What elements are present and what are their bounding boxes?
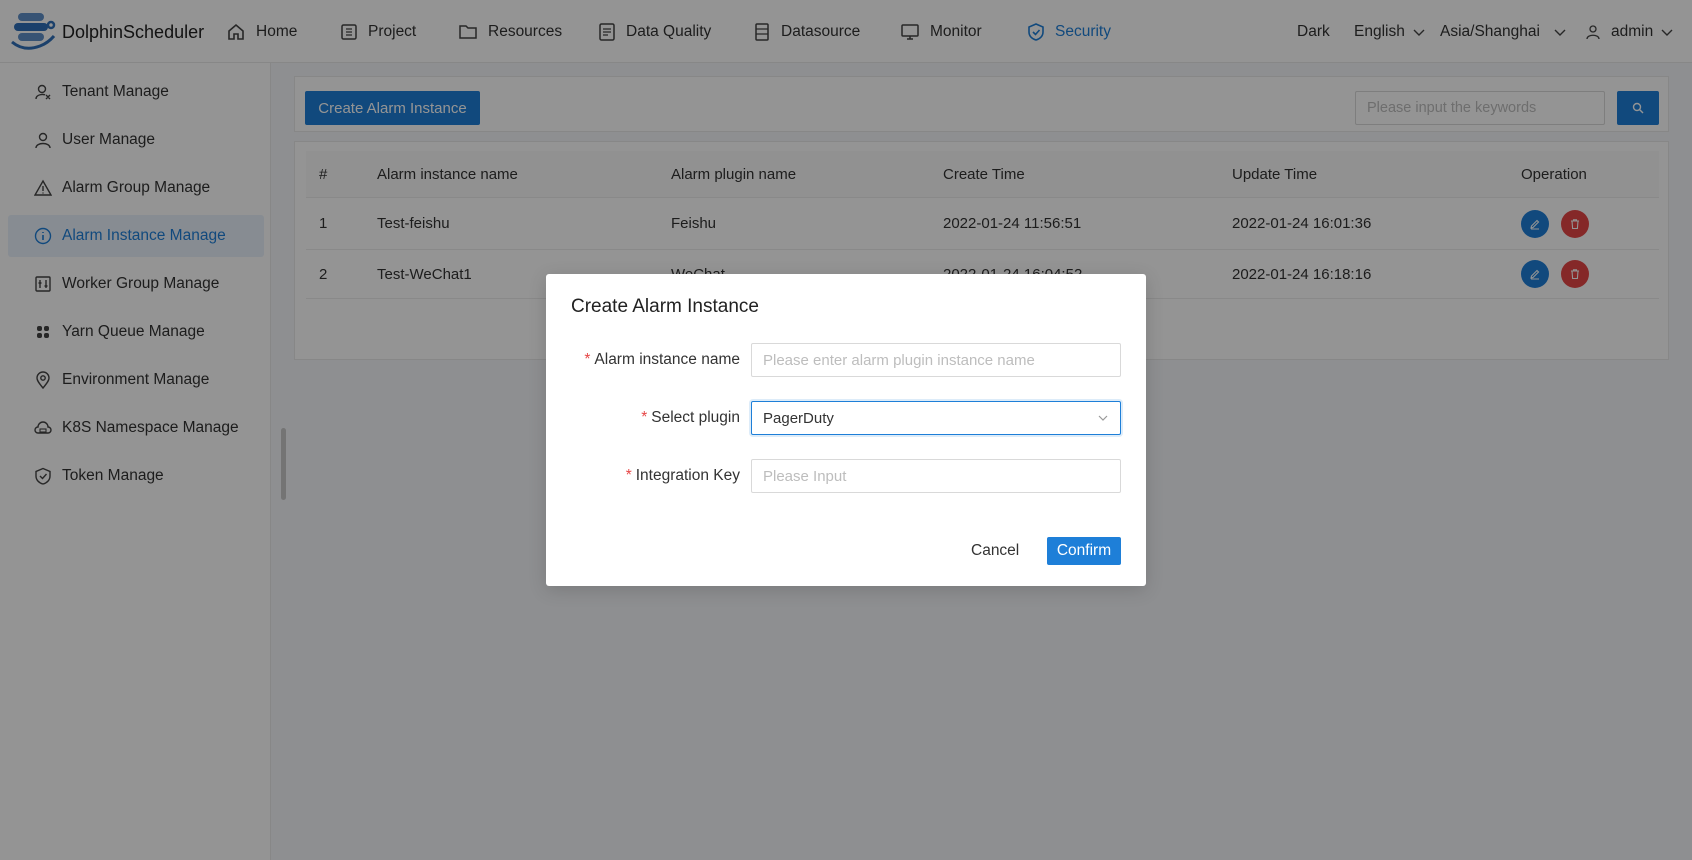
required-mark: * [625, 467, 632, 484]
required-mark: * [584, 351, 591, 368]
chevron-down-icon [1098, 415, 1108, 421]
required-mark: * [641, 409, 648, 426]
integration-key-label-text: Integration Key [635, 467, 740, 484]
select-plugin-label-text: Select plugin [651, 409, 740, 426]
modal-title: Create Alarm Instance [571, 296, 759, 317]
plugin-select[interactable]: PagerDuty [751, 401, 1121, 435]
cancel-button[interactable]: Cancel [971, 537, 1019, 565]
confirm-button[interactable]: Confirm [1047, 537, 1121, 565]
instance-name-label: * Alarm instance name [584, 343, 740, 377]
select-plugin-label: * Select plugin [641, 401, 740, 435]
alarm-instance-name-input[interactable] [751, 343, 1121, 377]
integration-key-label: * Integration Key [626, 459, 740, 493]
create-alarm-instance-modal: Create Alarm Instance * Alarm instance n… [546, 274, 1146, 586]
integration-key-input[interactable] [751, 459, 1121, 493]
plugin-select-value: PagerDuty [763, 409, 834, 427]
instance-name-label-text: Alarm instance name [594, 351, 740, 368]
